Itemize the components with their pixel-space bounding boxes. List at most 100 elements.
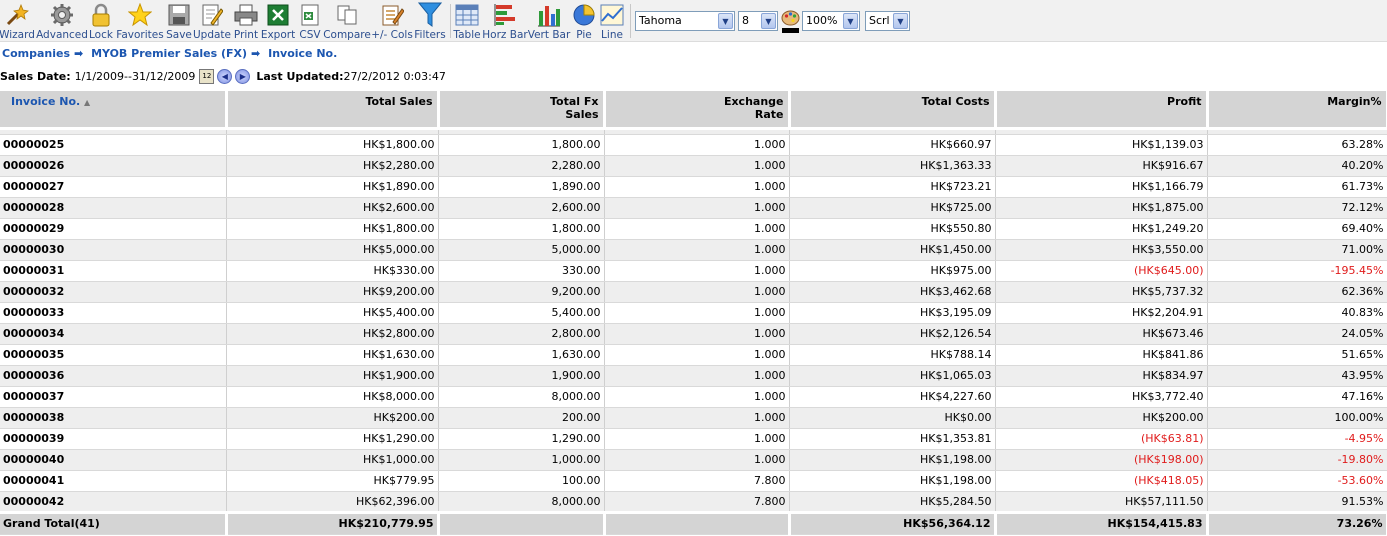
table-row[interactable]: 00000025 HK$1,800.00 1,800.00 1.000 HK$660.9…	[0, 134, 1387, 156]
cell-exchange-rate: 1.000	[604, 218, 790, 240]
advanced-button[interactable]: Advanced	[36, 0, 88, 42]
cols-button[interactable]: +/- Cols	[371, 0, 413, 42]
vert-bar-button[interactable]: Vert Bar	[528, 0, 570, 42]
cell-invoice-no[interactable]: 00000035	[0, 344, 227, 366]
cell-invoice-no[interactable]: 00000026	[0, 155, 227, 177]
horz-bar-button[interactable]: Horz Bar	[482, 0, 528, 42]
breadcrumb-company[interactable]: MYOB Premier Sales (FX)	[91, 47, 247, 60]
favorites-button[interactable]: Favorites	[116, 0, 164, 42]
cell-invoice-no[interactable]: 00000042	[0, 491, 227, 513]
table-row[interactable]: 00000041 HK$779.95 100.00 7.800 HK$1,198.00(…	[0, 470, 1387, 492]
advanced-label: Advanced	[36, 29, 88, 41]
col-header-total-costs[interactable]: Total Costs	[789, 91, 997, 130]
previous-period-icon[interactable]: ◀	[217, 68, 233, 84]
cell-exchange-rate: 7.800	[604, 491, 790, 513]
cell-invoice-no[interactable]: 00000028	[0, 197, 227, 219]
cell-invoice-no[interactable]: 00000029	[0, 218, 227, 240]
col-header-total-sales[interactable]: Total Sales	[226, 91, 440, 130]
csv-button[interactable]: CSV	[297, 0, 323, 42]
col-header-exchange-rate[interactable]: Exchange Rate	[604, 91, 791, 130]
zoom-select[interactable]: 100% ▼	[802, 11, 860, 31]
table-row[interactable]: 00000026 HK$2,280.00 2,280.00 1.000 HK$1,363…	[0, 155, 1387, 177]
cell-invoice-no[interactable]: 00000031	[0, 260, 227, 282]
horizontal-bar-chart-icon	[492, 2, 518, 28]
table-row[interactable]: 00000030 HK$5,000.00 5,000.00 1.000 HK$1,450…	[0, 239, 1387, 261]
table-row[interactable]: 00000035 HK$1,630.00 1,630.00 1.000 HK$788.1…	[0, 344, 1387, 366]
cell-total-fx-sales: 5,000.00	[438, 239, 605, 261]
calendar-icon[interactable]: 12	[199, 68, 215, 84]
col-header-profit[interactable]: Profit	[995, 91, 1209, 130]
pie-button[interactable]: Pie	[571, 0, 597, 42]
update-label: Update	[192, 29, 232, 41]
cell-margin: -195.45%	[1207, 260, 1387, 282]
report-grid: Invoice No. ▲ Total Sales Total Fx Sales…	[0, 91, 1387, 536]
table-row[interactable]: 00000033 HK$5,400.00 5,400.00 1.000 HK$3,195…	[0, 302, 1387, 324]
breadcrumb-companies[interactable]: Companies	[2, 47, 70, 60]
color-picker-button[interactable]	[781, 10, 800, 34]
print-label: Print	[233, 29, 259, 41]
cell-invoice-no[interactable]: 00000030	[0, 239, 227, 261]
print-button[interactable]: Print	[233, 0, 259, 42]
cell-invoice-no[interactable]: 00000038	[0, 407, 227, 429]
table-row[interactable]: 00000039 HK$1,290.00 1,290.00 1.000 HK$1,353…	[0, 428, 1387, 450]
table-row[interactable]: 00000037 HK$8,000.00 8,000.00 1.000 HK$4,227…	[0, 386, 1387, 408]
cell-profit: HK$1,139.03	[995, 134, 1208, 156]
scroll-mode-select[interactable]: Scrl ▼	[865, 11, 910, 31]
cell-invoice-no[interactable]: 00000039	[0, 428, 227, 450]
wizard-button[interactable]: Wizard	[0, 0, 35, 42]
export-button[interactable]: Export	[260, 0, 296, 42]
table-row[interactable]: 00000031 HK$330.00 330.00 1.000 HK$975.00 (HK…	[0, 260, 1387, 282]
cell-total-sales: HK$9,200.00	[226, 281, 439, 303]
col-header-invoice-no[interactable]: Invoice No. ▲	[0, 91, 228, 130]
table-row[interactable]: 00000027 HK$1,890.00 1,890.00 1.000 HK$723.2…	[0, 176, 1387, 198]
cell-invoice-no[interactable]: 00000034	[0, 323, 227, 345]
cell-profit: (HK$645.00)	[995, 260, 1208, 282]
table-row[interactable]: 00000040 HK$1,000.00 1,000.00 1.000 HK$1,198…	[0, 449, 1387, 471]
font-select[interactable]: Tahoma ▼	[635, 11, 735, 31]
compare-button[interactable]: Compare	[323, 0, 371, 42]
cell-invoice-no[interactable]: 00000041	[0, 470, 227, 492]
table-row[interactable]: 00000034 HK$2,800.00 2,800.00 1.000 HK$2,126…	[0, 323, 1387, 345]
cell-total-sales: HK$2,280.00	[226, 155, 439, 177]
cell-total-costs: HK$550.80	[789, 218, 996, 240]
cell-margin: 71.00%	[1207, 239, 1387, 261]
col-header-total-fx-sales[interactable]: Total Fx Sales	[438, 91, 606, 130]
table-row[interactable]: 00000038 HK$200.00 200.00 1.000 HK$0.00 HK$20…	[0, 407, 1387, 429]
cell-total-costs: HK$3,195.09	[789, 302, 996, 324]
cell-profit: HK$1,166.79	[995, 176, 1208, 198]
save-button[interactable]: Save	[165, 0, 193, 42]
cell-total-fx-sales: 100.00	[438, 470, 605, 492]
table-row[interactable]: 00000042 HK$62,396.00 8,000.00 7.800 HK$5,28…	[0, 491, 1387, 513]
cell-total-sales: HK$200.00	[226, 407, 439, 429]
cell-total-sales: HK$5,400.00	[226, 302, 439, 324]
col-header-margin[interactable]: Margin%	[1207, 91, 1387, 130]
line-button[interactable]: Line	[599, 0, 625, 42]
cell-invoice-no[interactable]: 00000032	[0, 281, 227, 303]
total-cell-invoice-no: Grand Total(41)	[0, 510, 228, 535]
cell-invoice-no[interactable]: 00000040	[0, 449, 227, 471]
table-row[interactable]: 00000029 HK$1,800.00 1,800.00 1.000 HK$550.8…	[0, 218, 1387, 240]
cell-invoice-no[interactable]: 00000025	[0, 134, 227, 156]
cell-total-fx-sales: 5,400.00	[438, 302, 605, 324]
cell-invoice-no[interactable]: 00000027	[0, 176, 227, 198]
line-label: Line	[601, 29, 623, 41]
font-size-select[interactable]: 8 ▼	[738, 11, 778, 31]
cell-invoice-no[interactable]: 00000037	[0, 386, 227, 408]
wizard-icon	[4, 2, 30, 28]
chevron-down-icon: ▼	[761, 13, 776, 29]
cell-margin: -53.60%	[1207, 470, 1387, 492]
cell-invoice-no[interactable]: 00000036	[0, 365, 227, 387]
lock-button[interactable]: Lock	[88, 0, 114, 42]
table-view-button[interactable]: Table	[453, 0, 481, 42]
next-period-icon[interactable]: ▶	[235, 68, 251, 84]
table-row[interactable]: 00000032 HK$9,200.00 9,200.00 1.000 HK$3,462…	[0, 281, 1387, 303]
cell-total-costs: HK$1,065.03	[789, 365, 996, 387]
update-button[interactable]: Update	[193, 0, 231, 42]
filters-button[interactable]: Filters	[414, 0, 446, 42]
gear-icon	[49, 2, 75, 28]
table-row[interactable]: 00000028 HK$2,600.00 2,600.00 1.000 HK$725.0…	[0, 197, 1387, 219]
cell-exchange-rate: 1.000	[604, 281, 790, 303]
cell-invoice-no[interactable]: 00000033	[0, 302, 227, 324]
table-row[interactable]: 00000036 HK$1,900.00 1,900.00 1.000 HK$1,065…	[0, 365, 1387, 387]
cell-total-sales: HK$1,800.00	[226, 134, 439, 156]
